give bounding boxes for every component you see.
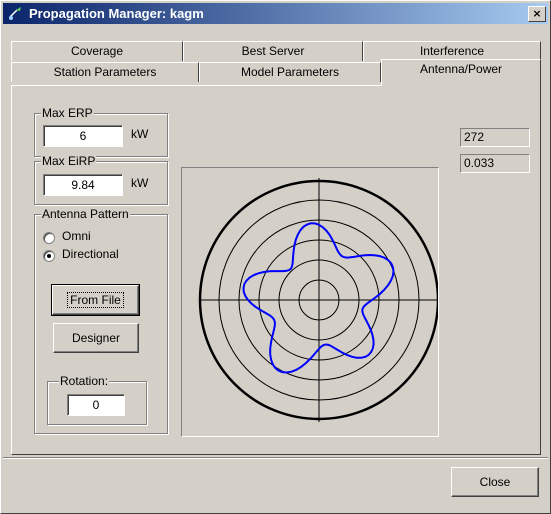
designer-button[interactable]: Designer [53,323,139,353]
tab-model-parameters[interactable]: Model Parameters [199,62,381,82]
polar-chart [198,178,440,422]
max-erp-input[interactable]: 6 [43,125,123,147]
max-erp-label: Max ERP [41,106,94,120]
max-eirp-unit: kW [131,176,149,190]
propagation-manager-window: Propagation Manager: kagm × Coverage Bes… [0,0,551,514]
rotation-label: Rotation: [59,374,110,388]
antenna-pattern-plot [181,167,440,437]
tab-coverage[interactable]: Coverage [11,41,183,61]
readout-bottom: 0.033 [460,154,530,173]
close-icon[interactable]: × [528,6,546,22]
antenna-pattern-label: Antenna Pattern [41,207,130,221]
close-button[interactable]: Close [451,467,539,497]
directional-label[interactable]: Directional [62,247,119,261]
tab-best-server[interactable]: Best Server [183,41,363,61]
max-eirp-label: Max EiRP [41,154,97,168]
rotation-input[interactable]: 0 [67,394,125,416]
window-title: Propagation Manager: kagm [29,6,204,21]
omni-label[interactable]: Omni [62,229,91,243]
max-erp-unit: kW [131,127,149,141]
readout-top: 272 [460,128,530,147]
app-icon [9,7,21,20]
radio-selected-dot [47,254,51,258]
omni-radio[interactable] [43,232,55,244]
tab-interference[interactable]: Interference [363,41,541,61]
title-bar[interactable]: Propagation Manager: kagm × [3,3,548,24]
max-eirp-input[interactable]: 9.84 [43,174,123,196]
from-file-label: From File [67,292,124,308]
footer-separator [3,457,548,459]
directional-radio[interactable] [43,250,55,262]
tab-antenna-power[interactable]: Antenna/Power [381,59,541,86]
from-file-button[interactable]: From File [51,284,140,316]
tab-station-parameters[interactable]: Station Parameters [11,62,199,82]
